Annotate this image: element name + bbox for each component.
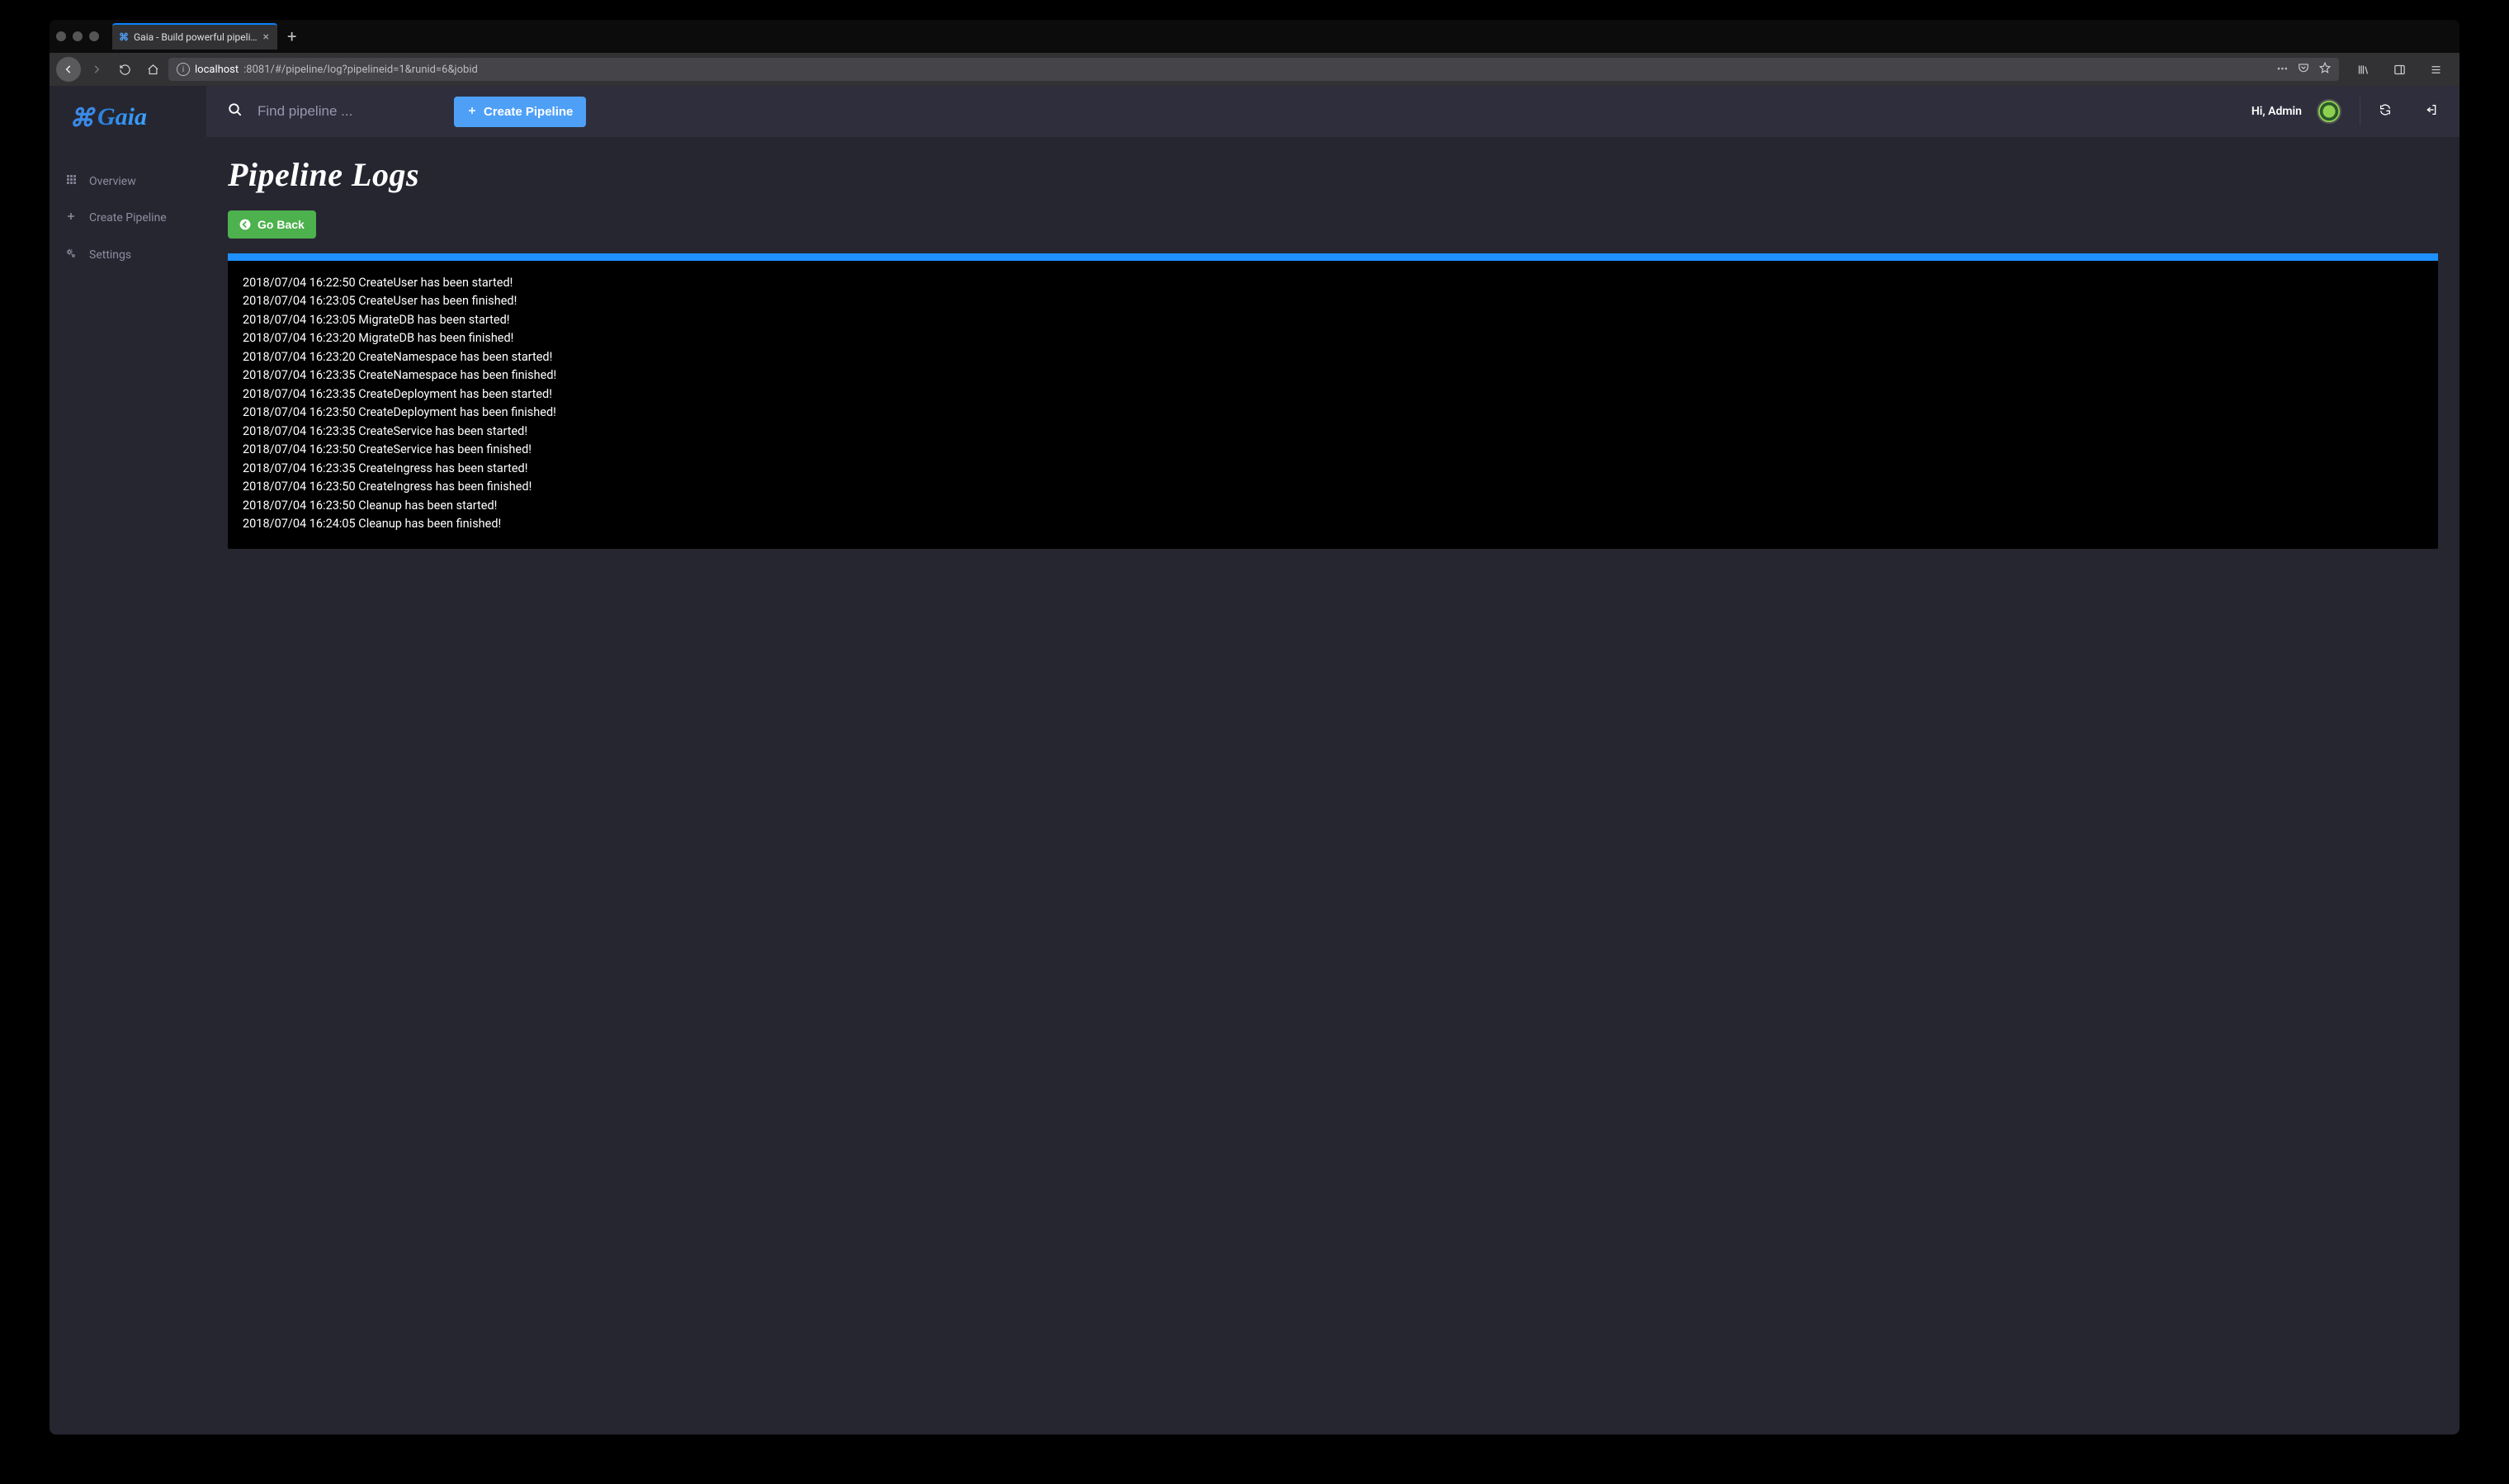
- url-input[interactable]: i localhost :8081/#/pipeline/log?pipeline…: [168, 58, 2339, 81]
- maximize-window-icon[interactable]: [89, 31, 99, 41]
- app: ⌘Gaia Overview Create Pipeline: [50, 86, 2459, 1434]
- refresh-icon[interactable]: [2379, 103, 2392, 120]
- avatar[interactable]: [2317, 99, 2341, 124]
- search-input[interactable]: [258, 103, 439, 120]
- topbar-right: Hi, Admin: [2251, 97, 2438, 125]
- create-pipeline-button[interactable]: Create Pipeline: [454, 97, 586, 127]
- log-output: 2018/07/04 16:22:50 CreateUser has been …: [228, 261, 2438, 549]
- sidebars-icon[interactable]: [2387, 57, 2412, 82]
- browser-window: ⌘ Gaia - Build powerful pipelines × + i …: [50, 20, 2459, 1434]
- url-right-icons: •••: [2277, 62, 2331, 77]
- arrow-left-circle-icon: [239, 219, 251, 230]
- nav-back-button[interactable]: [56, 57, 81, 82]
- go-back-label: Go Back: [258, 218, 305, 231]
- brand-text: Gaia: [97, 103, 147, 130]
- new-tab-button[interactable]: +: [277, 26, 306, 46]
- brand-logo[interactable]: ⌘Gaia: [50, 91, 206, 139]
- home-button[interactable]: [140, 57, 165, 82]
- url-toolbar: i localhost :8081/#/pipeline/log?pipeline…: [50, 53, 2459, 86]
- sidebar-item-label: Create Pipeline: [89, 211, 167, 224]
- main: Create Pipeline Hi, Admin Pipeline Logs: [206, 86, 2459, 1434]
- logout-icon[interactable]: [2425, 103, 2438, 120]
- sidebar-item-settings[interactable]: Settings: [50, 236, 206, 274]
- topbar: Create Pipeline Hi, Admin: [206, 86, 2459, 137]
- browser-tab[interactable]: ⌘ Gaia - Build powerful pipelines ×: [112, 23, 277, 50]
- minimize-window-icon[interactable]: [73, 31, 83, 41]
- plus-icon: [64, 211, 78, 224]
- grid-icon: [64, 174, 78, 188]
- more-icon[interactable]: •••: [2277, 64, 2288, 76]
- reload-button[interactable]: [112, 57, 137, 82]
- greeting: Hi, Admin: [2251, 105, 2302, 118]
- menu-icon[interactable]: [2423, 57, 2448, 82]
- window-controls: [56, 31, 99, 41]
- favicon-icon: ⌘: [119, 31, 129, 43]
- sidebar: ⌘Gaia Overview Create Pipeline: [50, 86, 206, 1434]
- sidebar-nav: Overview Create Pipeline Settings: [50, 163, 206, 274]
- sidebar-item-overview[interactable]: Overview: [50, 163, 206, 200]
- brand-swirl-icon: ⌘: [69, 104, 94, 133]
- create-pipeline-label: Create Pipeline: [484, 105, 573, 119]
- gears-icon: [64, 248, 78, 262]
- sidebar-item-label: Settings: [89, 248, 131, 262]
- close-window-icon[interactable]: [56, 31, 66, 41]
- sidebar-item-create-pipeline[interactable]: Create Pipeline: [50, 200, 206, 236]
- library-icon[interactable]: [2351, 57, 2375, 82]
- url-host: localhost: [195, 64, 239, 76]
- nav-forward-button[interactable]: [84, 57, 109, 82]
- tab-title: Gaia - Build powerful pipelines: [134, 31, 258, 43]
- page-title: Pipeline Logs: [228, 155, 2438, 194]
- log-progress-bar: [228, 253, 2438, 261]
- sidebar-item-label: Overview: [89, 175, 136, 188]
- close-tab-icon[interactable]: ×: [263, 31, 269, 44]
- content: Pipeline Logs Go Back 2018/07/04 16:22:5…: [206, 137, 2459, 567]
- log-panel: 2018/07/04 16:22:50 CreateUser has been …: [228, 253, 2438, 549]
- tabstrip: ⌘ Gaia - Build powerful pipelines × +: [50, 20, 2459, 53]
- plus-icon: [467, 105, 477, 119]
- pocket-icon[interactable]: [2298, 62, 2309, 77]
- site-info-icon[interactable]: i: [177, 63, 190, 76]
- bookmark-icon[interactable]: [2319, 62, 2331, 77]
- toolbar-right: [2342, 57, 2453, 82]
- url-path: :8081/#/pipeline/log?pipelineid=1&runid=…: [243, 64, 478, 76]
- search-icon: [228, 102, 243, 121]
- go-back-button[interactable]: Go Back: [228, 210, 316, 239]
